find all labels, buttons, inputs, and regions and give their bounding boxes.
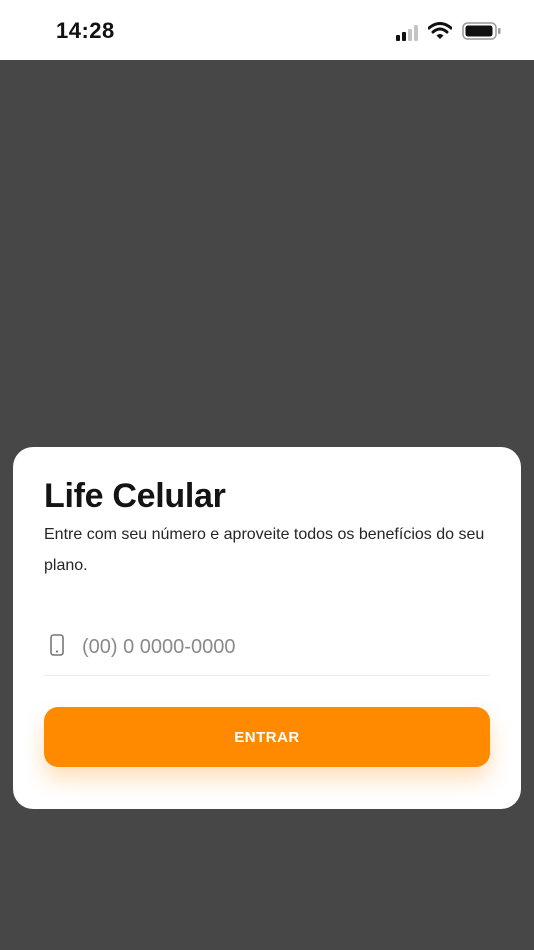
smartphone-icon bbox=[50, 634, 64, 661]
cellular-signal-icon bbox=[396, 25, 418, 41]
phone-number-input[interactable] bbox=[82, 629, 482, 665]
battery-icon bbox=[462, 21, 502, 45]
status-icons bbox=[396, 20, 502, 46]
status-bar: 14:28 bbox=[0, 0, 534, 60]
status-time: 14:28 bbox=[56, 18, 115, 43]
login-card: Life Celular Entre com seu número e apro… bbox=[13, 447, 521, 809]
login-description: Entre com seu número e aproveite todos o… bbox=[44, 526, 485, 574]
page-title: Life Celular bbox=[44, 477, 226, 515]
wifi-icon bbox=[427, 21, 453, 45]
enter-button[interactable]: ENTRAR bbox=[44, 707, 490, 767]
phone-field[interactable] bbox=[44, 625, 490, 676]
